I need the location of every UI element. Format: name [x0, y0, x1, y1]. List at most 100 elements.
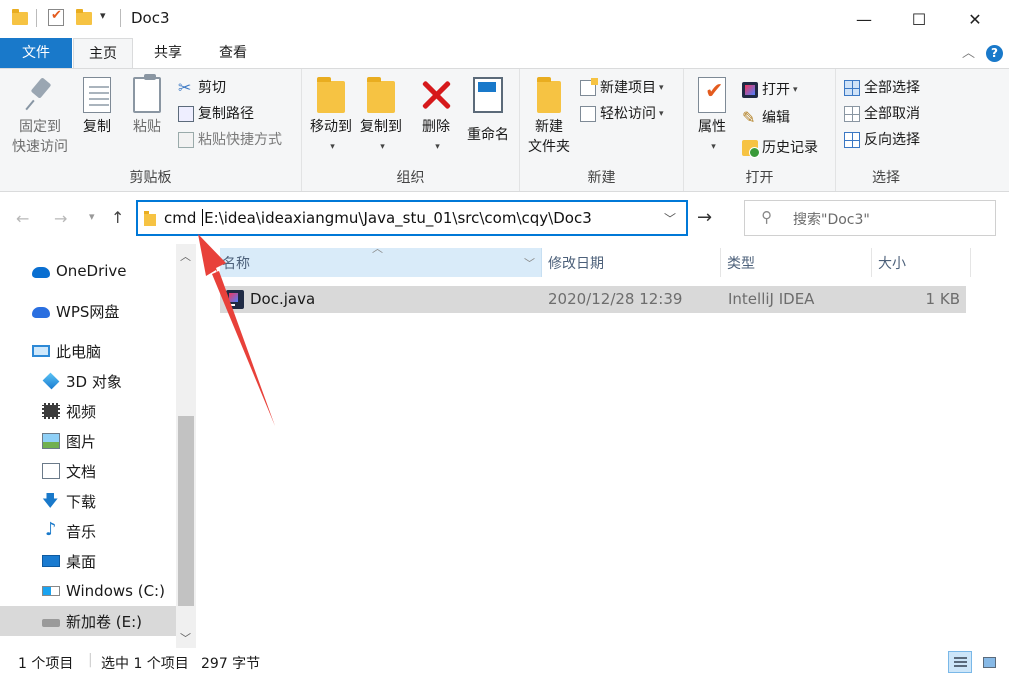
scissors-icon [178, 77, 194, 99]
easy-access-button[interactable]: 轻松访问 ▾ [580, 103, 664, 125]
column-size-label: 大小 [878, 255, 906, 272]
select-all-icon [844, 80, 860, 96]
nav-item-documents[interactable]: 文档 [0, 456, 176, 486]
new-item-button[interactable]: 新建项目 ▾ [580, 77, 664, 99]
move-to-button[interactable]: 移动到 ▾ [306, 77, 356, 157]
new-folder-button[interactable]: 新建 文件夹 [524, 77, 574, 157]
title-bar: ✔ ▾ Doc3 — ☐ ✕ [0, 0, 1009, 38]
column-header-modified[interactable]: 修改日期 [548, 248, 720, 277]
new-item-label: 新建项目 [600, 80, 656, 96]
nav-item-label: 桌面 [66, 552, 97, 571]
nav-item-windows-c[interactable]: Windows (C:) [0, 576, 176, 606]
search-placeholder[interactable]: 搜索"Doc3" [793, 209, 870, 229]
divider [36, 9, 37, 27]
nav-item-this-pc[interactable]: 此电脑 [0, 336, 176, 366]
documents-icon [42, 463, 60, 479]
help-icon[interactable]: ? [986, 45, 1003, 62]
address-dropdown-icon[interactable]: ﹀ [664, 210, 676, 227]
folder-icon [144, 211, 156, 226]
paste-shortcut-button[interactable]: 粘贴快捷方式 [178, 129, 282, 151]
drive-icon [42, 619, 60, 627]
address-input[interactable]: cmd E:\idea\ideaxiangmu\Java_stu_01\src\… [164, 209, 592, 227]
maximize-button[interactable]: ☐ [892, 0, 946, 38]
tab-file[interactable]: 文件 [0, 38, 72, 68]
forward-arrow-icon[interactable]: → [54, 209, 67, 228]
close-button[interactable]: ✕ [948, 0, 1002, 38]
properties-icon[interactable]: ✔ [48, 8, 64, 26]
details-view-button[interactable] [948, 651, 972, 673]
file-name[interactable]: Doc.java [250, 290, 315, 308]
tab-home[interactable]: 主页 [73, 38, 133, 69]
file-row[interactable]: Doc.java 2020/12/28 12:39 IntelliJ IDEA … [220, 286, 966, 313]
search-box[interactable]: ⚲ 搜索"Doc3" [744, 200, 996, 236]
sort-ascending-icon: ︿ [372, 242, 383, 255]
column-divider[interactable] [871, 248, 872, 277]
open-label: 打开 [762, 82, 790, 98]
recent-locations-chevron-icon[interactable]: ▾ [89, 210, 95, 223]
column-header-type[interactable]: 类型 [727, 248, 871, 277]
column-header-size[interactable]: 大小 [878, 248, 970, 277]
open-button[interactable]: 打开 ▾ [742, 79, 798, 101]
large-icons-view-icon [983, 657, 996, 668]
scroll-down-icon[interactable]: ﹀ [180, 630, 191, 646]
windows-drive-icon [42, 586, 60, 596]
minimize-button[interactable]: — [837, 0, 891, 38]
nav-item-downloads[interactable]: 下载 [0, 486, 176, 517]
properties-button[interactable]: 属性 ▾ [690, 77, 734, 157]
clipboard-icon [133, 74, 161, 113]
search-icon: ⚲ [761, 208, 772, 226]
back-arrow-icon[interactable]: ← [16, 209, 29, 228]
scroll-up-icon[interactable]: ︿ [180, 248, 191, 264]
nav-item-desktop[interactable]: 桌面 [0, 546, 176, 576]
organize-group: 移动到 ▾ 复制到 ▾ 删除 ▾ 重命名 组织 [302, 69, 520, 191]
collapse-ribbon-button[interactable]: ︿ [962, 42, 975, 61]
go-arrow-icon[interactable]: → [697, 207, 712, 228]
paste-button[interactable]: 粘贴 [128, 74, 166, 137]
pin-to-quick-access-button[interactable]: 固定到 快速访问 [8, 77, 72, 157]
nav-item-videos[interactable]: 视频 [0, 396, 176, 426]
tab-view[interactable]: 查看 [205, 38, 261, 68]
properties-label: 属性 [698, 119, 726, 135]
nav-pane-scrollbar[interactable]: ︿ ﹀ [176, 244, 196, 648]
organize-group-label: 组织 [396, 170, 425, 186]
edit-button[interactable]: 编辑 [742, 107, 790, 129]
tab-share[interactable]: 共享 [140, 38, 196, 68]
edit-icon [742, 107, 758, 129]
copy-path-button[interactable]: 复制路径 [178, 103, 254, 125]
column-filter-chevron-icon[interactable]: ﹀ [524, 255, 535, 271]
easy-access-label: 轻松访问 [600, 106, 656, 122]
history-icon [742, 140, 760, 158]
wps-cloud-icon [32, 307, 50, 318]
address-bar[interactable]: cmd E:\idea\ideaxiangmu\Java_stu_01\src\… [136, 200, 688, 236]
select-all-button[interactable]: 全部选择 [844, 77, 920, 99]
scrollbar-thumb[interactable] [178, 416, 194, 606]
nav-item-music[interactable]: 音乐 [0, 516, 176, 546]
chevron-down-icon: ▾ [793, 85, 798, 95]
pictures-icon [42, 433, 60, 449]
select-none-button[interactable]: 全部取消 [844, 103, 920, 125]
column-header-name[interactable]: ︿ 名称 ﹀ [220, 242, 542, 277]
nav-item-label: Windows (C:) [66, 582, 165, 600]
up-arrow-icon[interactable]: ↑ [111, 208, 124, 227]
cut-button[interactable]: 剪切 [178, 77, 226, 99]
large-icons-view-button[interactable] [977, 651, 1001, 673]
copy-to-button[interactable]: 复制到 ▾ [356, 77, 406, 157]
rename-button[interactable]: 重命名 [462, 77, 514, 145]
history-button[interactable]: 历史记录 [742, 137, 818, 159]
nav-item-onedrive[interactable]: OneDrive [0, 256, 176, 286]
copy-button[interactable]: 复制 [78, 77, 116, 137]
nav-item-new-volume-e[interactable]: 新加卷 (E:) [0, 606, 176, 636]
quick-access-dropdown[interactable]: ▾ [100, 9, 106, 22]
status-divider: | [88, 652, 93, 668]
delete-button[interactable]: 删除 ▾ [416, 77, 456, 157]
nav-item-pictures[interactable]: 图片 [0, 426, 176, 456]
nav-item-wps[interactable]: WPS网盘 [0, 296, 176, 326]
column-divider[interactable] [720, 248, 721, 277]
select-group-label: 选择 [872, 170, 900, 186]
move-to-icon [317, 77, 345, 113]
new-folder-icon[interactable] [76, 9, 92, 25]
invert-selection-button[interactable]: 反向选择 [844, 129, 920, 151]
file-size: 1 KB [925, 290, 960, 308]
column-divider[interactable] [970, 248, 971, 277]
nav-item-3d-objects[interactable]: 3D 对象 [0, 366, 176, 396]
